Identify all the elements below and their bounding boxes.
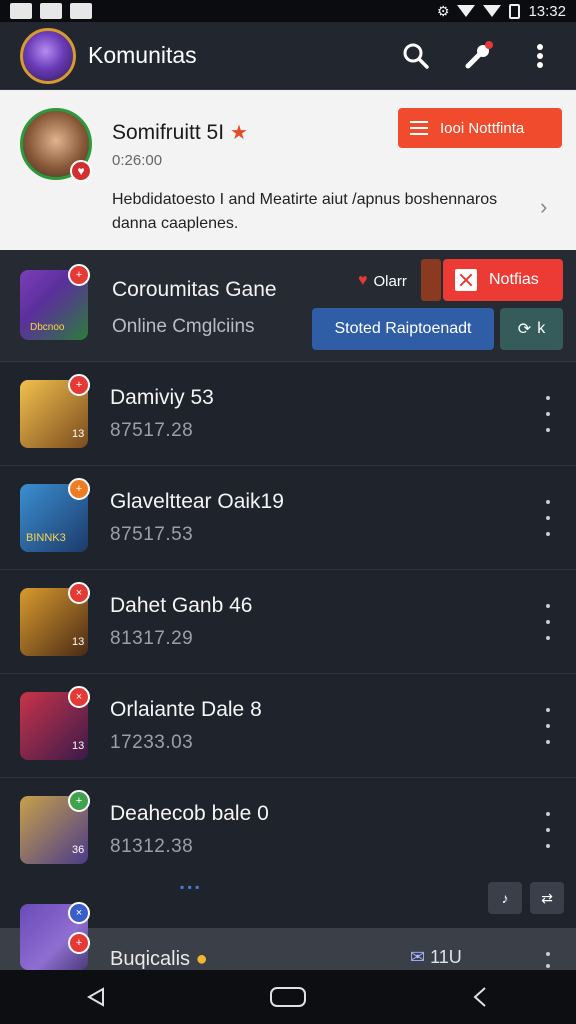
- chart-notification-icon: [10, 3, 32, 19]
- search-button[interactable]: [396, 36, 436, 76]
- status-bar: ⚙ 13:32: [0, 0, 576, 22]
- item-title: Buqicalis ●: [110, 948, 208, 970]
- item-subtitle: 81317.29: [110, 628, 194, 649]
- recents-button[interactable]: [455, 977, 505, 1017]
- featured-name: Somifruitt 5I ★: [112, 121, 248, 144]
- back-icon: [86, 987, 104, 1007]
- chevron-right-icon[interactable]: ›: [540, 194, 547, 220]
- more-vert-icon[interactable]: [540, 708, 556, 744]
- item-subtitle: 87517.53: [110, 524, 194, 545]
- more-vert-icon[interactable]: [540, 604, 556, 640]
- microphone-button[interactable]: [458, 36, 498, 76]
- system-nav-bar: [0, 970, 576, 1024]
- item-badge: +: [68, 478, 90, 500]
- item-meta: ✉ 11U: [410, 947, 462, 967]
- item-badge: ×: [68, 902, 90, 924]
- item-subtitle: 81312.38: [110, 836, 194, 857]
- profile-avatar[interactable]: [20, 27, 76, 84]
- emoji-icon: ●: [195, 948, 208, 970]
- item-badge: +: [68, 374, 90, 396]
- item-title: Damiviy 53: [110, 386, 214, 409]
- refresh-button[interactable]: ⟳ k: [500, 308, 563, 350]
- menu-icon: [410, 121, 428, 135]
- item-title: Deahecob bale 0: [110, 802, 269, 825]
- list-item[interactable]: × 13 Dahet Ganb 46 81317.29: [0, 570, 576, 674]
- chevron-left-icon: [473, 987, 486, 1007]
- more-vert-icon[interactable]: [540, 952, 556, 968]
- item-subtitle: 17233.03: [110, 732, 194, 753]
- record-notification-icon: [70, 3, 92, 19]
- list-item[interactable]: × 13 Orlaiante Dale 8 17233.03: [0, 674, 576, 778]
- calendar-notification-icon: [40, 3, 62, 19]
- list-item[interactable]: + BINNK3 Glavelttear Oaik19 87517.53: [0, 466, 576, 570]
- list-item[interactable]: + 13 Damiviy 53 87517.28: [0, 362, 576, 466]
- featured-description: Hebdidatoesto I and Meatirte aiut /apnus…: [112, 191, 498, 232]
- floating-actions: ♪ ⇄: [488, 882, 564, 914]
- item-badge: +: [68, 932, 90, 954]
- status-tab: [421, 259, 441, 301]
- battery-icon: [509, 3, 521, 19]
- mail-icon: [455, 269, 477, 291]
- item-badge: +: [68, 790, 90, 812]
- music-button[interactable]: ♪: [488, 882, 522, 914]
- wifi-icon: [457, 5, 476, 17]
- game-notification-button[interactable]: Notfias: [443, 259, 563, 301]
- more-vert-icon[interactable]: [540, 396, 556, 432]
- status-time: 13:32: [528, 2, 566, 20]
- game-badge: +: [68, 264, 90, 286]
- item-subtitle: 87517.28: [110, 420, 194, 441]
- home-button[interactable]: [263, 977, 313, 1017]
- game-title: Coroumitas Gane: [112, 278, 277, 301]
- refresh-icon: ⟳: [517, 321, 532, 338]
- featured-card[interactable]: ♥ Somifruitt 5I ★ 0:26:00 Hebdidatoesto I…: [0, 90, 576, 250]
- featured-time: 0:26:00: [112, 152, 163, 169]
- microphone-icon: [465, 40, 493, 68]
- settings-status-icon: ⚙: [436, 2, 450, 19]
- item-title: Orlaiante Dale 8: [110, 698, 262, 721]
- more-options-button[interactable]: [520, 36, 560, 76]
- item-badge: ×: [68, 582, 90, 604]
- more-vert-icon: [537, 43, 543, 68]
- more-vert-icon[interactable]: [540, 812, 556, 848]
- item-badge: ×: [68, 686, 90, 708]
- home-icon: [270, 987, 306, 1007]
- mail-icon: ✉: [410, 947, 426, 967]
- featured-badge: ♥: [70, 160, 92, 182]
- item-title: Dahet Ganb 46: [110, 594, 253, 617]
- featured-notification-button[interactable]: Iooi Nottfinta: [398, 108, 562, 148]
- search-icon: [403, 43, 429, 69]
- star-icon: ★: [230, 122, 248, 144]
- list-item[interactable]: + 36 Deahecob bale 0 81312.38: [0, 778, 576, 882]
- heart-icon: ♥: [358, 272, 368, 289]
- back-button[interactable]: [71, 977, 121, 1017]
- game-action-button[interactable]: Stoted Raiptoenadt: [312, 308, 494, 350]
- more-vert-icon[interactable]: [540, 500, 556, 536]
- swap-button[interactable]: ⇄: [530, 882, 564, 914]
- page-title: Komunitas: [88, 42, 197, 68]
- app-bar: Komunitas: [0, 22, 576, 90]
- online-status: ♥ Olarr: [358, 272, 407, 290]
- signal-icon: [483, 5, 502, 17]
- item-title: Glavelttear Oaik19: [110, 490, 284, 513]
- game-subtitle: Online Cmglciins: [112, 316, 255, 337]
- loading-indicator: ▪ ▪ ▪: [180, 880, 200, 894]
